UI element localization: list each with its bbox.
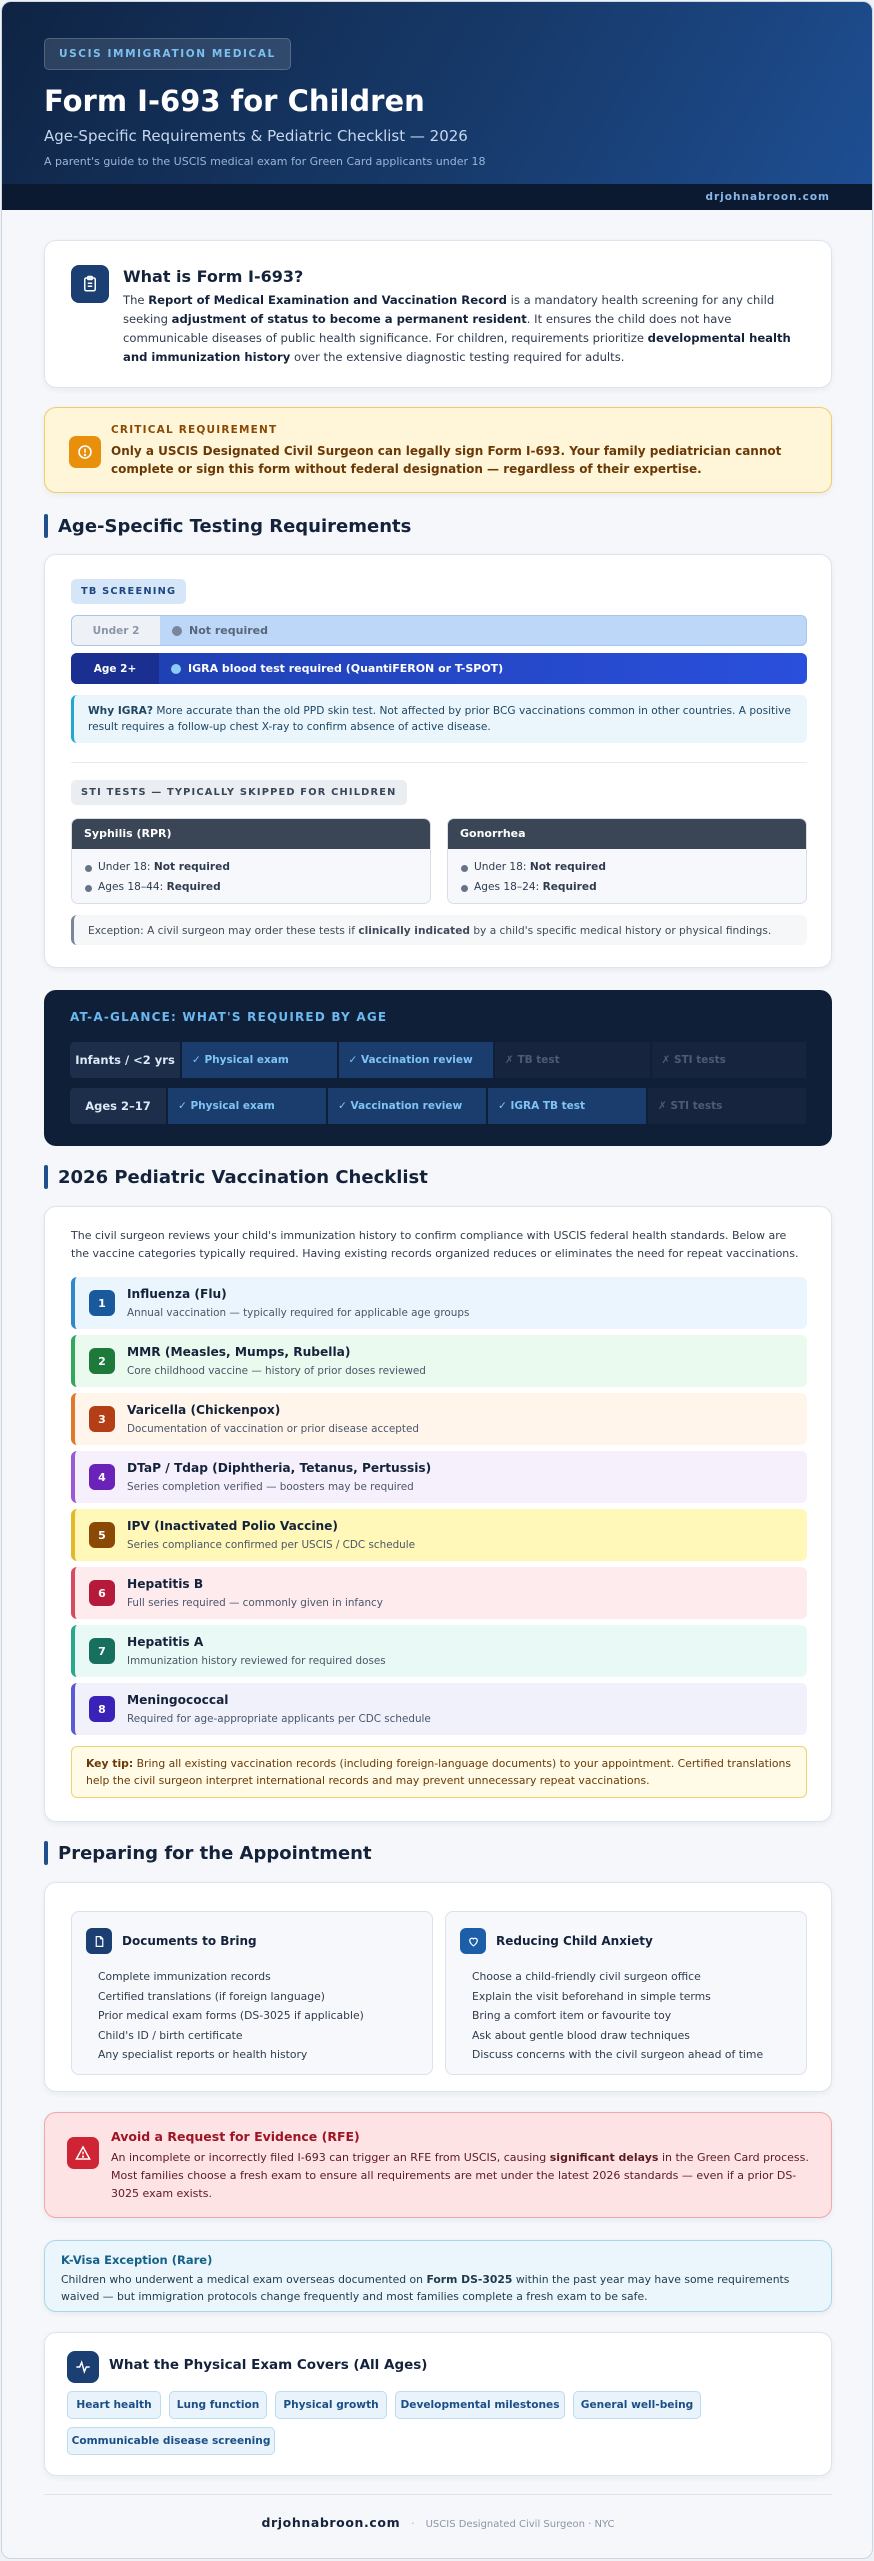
clipboard-icon [71,265,109,303]
what-is-card: What is Form I-693? The Report of Medica… [44,240,832,388]
tb-row-under-2: Under 2 Not required [71,615,807,646]
list-item: Choose a child-friendly civil surgeon of… [472,1970,701,1983]
header-bar: drjohnabroon.com [2,184,872,210]
k-visa-card: K-Visa Exception (Rare) Children who und… [44,2240,832,2312]
documents-title: Documents to Bring [122,1934,257,1948]
documents-to-bring-box: Documents to Bring Complete immunization… [71,1911,433,2075]
vaccine-item: 7 Hepatitis A Immunization history revie… [71,1625,807,1677]
vaccine-item: 5 IPV (Inactivated Polio Vaccine) Series… [71,1509,807,1561]
alert-circle-icon [69,436,101,468]
preparing-section-title: Preparing for the Appointment [44,1841,372,1865]
vaccine-item: 8 Meningococcal Required for age-appropr… [71,1683,807,1735]
page-header: USCIS IMMIGRATION MEDICAL Form I-693 for… [2,2,872,210]
testing-card: TB SCREENING Under 2 Not required Age 2+… [44,554,832,968]
exam-chip: General well-being [573,2391,701,2419]
igra-note: Why IGRA? More accurate than the old PPD… [71,695,807,743]
vaccine-item: 4 DTaP / Tdap (Diphtheria, Tetanus, Pert… [71,1451,807,1503]
documents-list: Complete immunization records Certified … [98,1970,364,2068]
at-a-glance-title: AT-A-GLANCE: WHAT'S REQUIRED BY AGE [70,1010,388,1024]
page-subtitle: Age-Specific Requirements & Pediatric Ch… [44,127,468,145]
critical-text: Only a USCIS Designated Civil Surgeon ca… [111,444,782,476]
vaccine-item: 3 Varicella (Chickenpox) Documentation o… [71,1393,807,1445]
page-tagline: A parent's guide to the USCIS medical ex… [44,155,486,168]
what-is-title: What is Form I-693? [123,267,304,286]
pulse-icon [67,2351,99,2383]
vaccine-item: 1 Influenza (Flu) Annual vaccination — t… [71,1277,807,1329]
list-item: Prior medical exam forms (DS-3025 if app… [98,2009,364,2022]
sti-syphilis-box: Syphilis (RPR) Under 18: Not required Ag… [71,818,431,904]
tb-row-age-2-plus: Age 2+ IGRA blood test required (QuantiF… [71,653,807,684]
anxiety-title: Reducing Child Anxiety [496,1934,653,1948]
exam-chip: Developmental milestones [395,2391,565,2419]
vaccination-intro: The civil surgeon reviews your child's i… [71,1229,799,1260]
rfe-text: An incomplete or incorrectly filed I-693… [111,2151,809,2200]
exam-chip: Heart health [67,2391,161,2419]
vaccine-item: 6 Hepatitis B Full series required — com… [71,1567,807,1619]
exam-chip: Communicable disease screening [67,2427,275,2455]
critical-requirement-card: CRITICAL REQUIREMENT Only a USCIS Design… [44,407,832,493]
list-item: Any specialist reports or health history [98,2048,308,2061]
what-is-text: The Report of Medical Examination and Va… [123,293,791,364]
exam-chip: Lung function [169,2391,267,2419]
list-item: Explain the visit beforehand in simple t… [472,1989,711,2003]
heart-icon [460,1928,486,1954]
list-item: Discuss concerns with the civil surgeon … [472,2048,764,2061]
reducing-anxiety-box: Reducing Child Anxiety Choose a child-fr… [445,1911,807,2075]
rfe-warning-card: Avoid a Request for Evidence (RFE) An in… [44,2112,832,2218]
vaccination-card: The civil surgeon reviews your child's i… [44,1206,832,1822]
physical-exam-title: What the Physical Exam Covers (All Ages) [109,2357,428,2373]
glance-row-ages-2-17: Ages 2–17 ✓ Physical exam ✓ Vaccination … [70,1088,806,1124]
k-visa-text: Children who underwent a medical exam ov… [61,2273,790,2303]
glance-row-infants: Infants / <2 yrs ✓ Physical exam ✓ Vacci… [70,1042,806,1078]
vaccine-item: 2 MMR (Measles, Mumps, Rubella) Core chi… [71,1335,807,1387]
header-eyebrow: USCIS IMMIGRATION MEDICAL [44,38,291,70]
key-tip-note: Key tip: Bring all existing vaccination … [71,1746,807,1798]
testing-section-title: Age-Specific Testing Requirements [44,514,411,538]
list-item: Child's ID / birth certificate [98,2028,243,2042]
warning-triangle-icon [67,2137,99,2169]
physical-exam-card: What the Physical Exam Covers (All Ages)… [44,2332,832,2476]
page: USCIS IMMIGRATION MEDICAL Form I-693 for… [1,1,873,2559]
sti-tests-label: STI TESTS — TYPICALLY SKIPPED FOR CHILDR… [71,780,407,805]
document-icon [86,1928,112,1954]
rfe-title: Avoid a Request for Evidence (RFE) [111,2129,360,2144]
at-a-glance-panel: AT-A-GLANCE: WHAT'S REQUIRED BY AGE Infa… [44,990,832,1146]
sti-exception-note: Exception: A civil surgeon may order the… [71,915,807,945]
page-title: Form I-693 for Children [44,84,425,118]
critical-label: CRITICAL REQUIREMENT [111,424,278,436]
preparing-card: Documents to Bring Complete immunization… [44,1882,832,2092]
anxiety-list: Choose a child-friendly civil surgeon of… [472,1970,763,2068]
list-item: Complete immunization records [98,1970,271,1983]
page-footer: drjohnabroon.com · USCIS Designated Civi… [261,2515,615,2530]
header-site-link[interactable]: drjohnabroon.com [705,191,830,203]
footer-location: USCIS Designated Civil Surgeon · NYC [425,2519,615,2530]
k-visa-title: K-Visa Exception (Rare) [61,2253,213,2267]
list-item: Certified translations (if foreign langu… [98,1989,325,2003]
list-item: Ask about gentle blood draw techniques [472,2028,690,2042]
footer-brand-link[interactable]: drjohnabroon.com [261,2515,400,2530]
exam-chip: Physical growth [275,2391,387,2419]
list-item: Bring a comfort item or favourite toy [472,2009,672,2022]
sti-gonorrhea-box: Gonorrhea Under 18: Not required Ages 18… [447,818,807,904]
tb-screening-label: TB SCREENING [71,579,187,604]
vaccination-section-title: 2026 Pediatric Vaccination Checklist [44,1165,428,1189]
